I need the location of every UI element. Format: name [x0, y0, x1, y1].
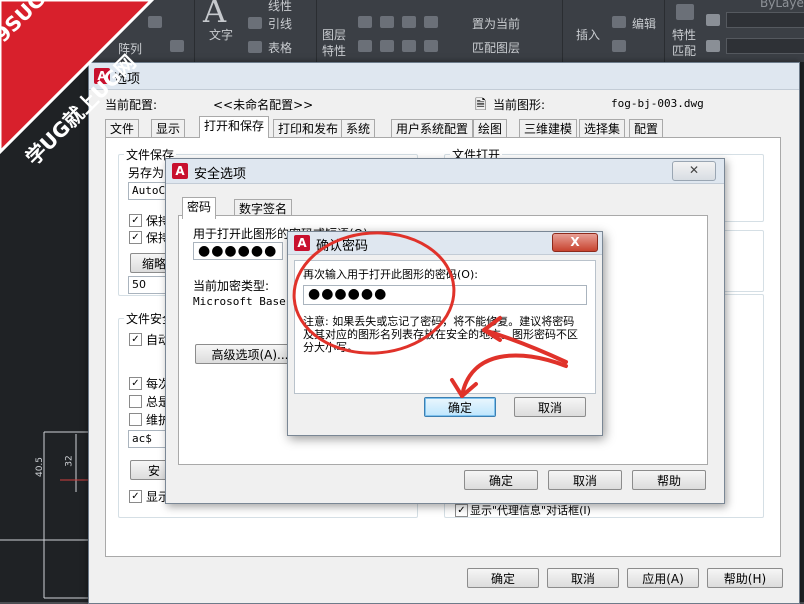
password-mask: ●●●●●●: [308, 286, 388, 302]
tab-selection[interactable]: 选择集: [579, 119, 626, 138]
save-as-label: 另存为: [128, 166, 165, 180]
security-ok-button[interactable]: 确定: [464, 470, 538, 490]
options-cancel-button[interactable]: 取消: [547, 568, 619, 588]
full-check-checkbox[interactable]: [129, 395, 142, 408]
options-ok-button[interactable]: 确定: [467, 568, 539, 588]
table-icon[interactable]: [248, 41, 262, 53]
dimension-text: 40.5: [35, 456, 46, 478]
create-block-icon[interactable]: [612, 16, 626, 28]
ribbon-insert[interactable]: 插入: [576, 26, 600, 43]
password-warning-note: 注意: 如果丢失或忘记了密码，将不能修复。建议将密码及其对应的图形名列表存放在安…: [303, 315, 578, 354]
ribbon-separator: [194, 0, 195, 62]
confirm-password-dialog: A 确认密码 X 再次输入用于打开此图形的密码(O): ●●●●●● 注意: 如…: [287, 231, 603, 436]
layer-walk-icon[interactable]: [358, 40, 372, 52]
options-titlebar[interactable]: A 选项: [89, 63, 799, 90]
ribbon-match-layer[interactable]: 匹配图层: [472, 39, 520, 56]
tab-profiles[interactable]: 配置: [629, 119, 664, 138]
autocad-logo-icon: A: [172, 163, 188, 179]
proxy-info-label: 显示"代理信息"对话框(I): [470, 504, 591, 517]
ribbon-text[interactable]: 文字: [209, 26, 233, 43]
password-mask: ●●●●●●: [198, 243, 278, 259]
linetype-icon[interactable]: [706, 40, 720, 52]
layer-isolate-icon[interactable]: [424, 16, 438, 28]
ribbon-separator: [664, 0, 665, 62]
layer-lock-icon[interactable]: [402, 16, 416, 28]
color-icon[interactable]: [706, 14, 720, 26]
maintain-log-checkbox[interactable]: [129, 413, 142, 426]
options-apply-button[interactable]: 应用(A): [627, 568, 699, 588]
current-profile-value: <<未命名配置>>: [213, 98, 314, 112]
leader-icon[interactable]: [248, 17, 262, 29]
ribbon-linear[interactable]: 线性: [268, 0, 292, 14]
layer-merge-icon[interactable]: [424, 40, 438, 52]
ribbon-set-current[interactable]: 置为当前: [472, 15, 520, 32]
confirm-ok-button[interactable]: 确定: [424, 397, 496, 417]
layer-off-icon[interactable]: [358, 16, 372, 28]
options-help-button[interactable]: 帮助(H): [707, 568, 783, 588]
ribbon-props[interactable]: 特性: [672, 26, 696, 43]
confirm-titlebar[interactable]: A 确认密码 X: [288, 232, 602, 255]
tab-3d-modeling[interactable]: 三维建模: [519, 119, 578, 138]
show-signature-checkbox[interactable]: ✓: [129, 490, 142, 503]
confirm-pane: 再次输入用于打开此图形的密码(O): ●●●●●● 注意: 如果丢失或忘记了密码…: [294, 260, 596, 394]
reenter-password-label: 再次输入用于打开此图形的密码(O):: [303, 268, 478, 281]
ribbon-leader[interactable]: 引线: [268, 15, 292, 32]
ribbon-layer[interactable]: 图层: [322, 26, 346, 43]
autocad-logo-icon: A: [294, 235, 310, 251]
block-attr-icon[interactable]: [612, 40, 626, 52]
lineweight-dropdown[interactable]: [726, 38, 804, 54]
layer-unlock-icon[interactable]: [380, 40, 394, 52]
proxy-info-checkbox[interactable]: ✓: [455, 504, 468, 517]
tab-drafting[interactable]: 绘图: [473, 119, 508, 138]
keep-checkbox-2[interactable]: ✓: [129, 231, 142, 244]
properties-icon[interactable]: [676, 4, 694, 20]
layer-freeze-icon[interactable]: [380, 16, 394, 28]
ribbon-edit[interactable]: 编辑: [632, 15, 656, 32]
ribbon-separator: [316, 0, 317, 62]
confirm-title: 确认密码: [316, 239, 369, 254]
ribbon-layer-props[interactable]: 特性: [322, 42, 346, 59]
close-icon[interactable]: ✕: [672, 161, 716, 181]
layer-state: ByLaye: [760, 0, 804, 10]
tab-system[interactable]: 系统: [341, 119, 376, 138]
security-cancel-button[interactable]: 取消: [548, 470, 622, 490]
drawing-file-icon: 🗎: [475, 97, 487, 113]
tab-password[interactable]: 密码: [182, 197, 217, 219]
tab-open-save[interactable]: 打开和保存: [199, 116, 270, 138]
backup-checkbox[interactable]: ✓: [129, 377, 142, 390]
security-help-button[interactable]: 帮助: [632, 470, 706, 490]
encryption-type-label: 当前加密类型:: [193, 279, 270, 293]
close-icon[interactable]: X: [552, 233, 598, 252]
security-titlebar[interactable]: A 安全选项 ✕: [166, 159, 724, 184]
open-password-input[interactable]: ●●●●●●: [193, 242, 283, 260]
confirm-password-input[interactable]: ●●●●●●: [303, 285, 587, 305]
tab-plot-publish[interactable]: 打印和发布: [273, 119, 344, 138]
current-drawing-label: 当前图形:: [493, 98, 546, 112]
keep-checkbox-1[interactable]: ✓: [129, 214, 142, 227]
color-dropdown[interactable]: [726, 12, 804, 28]
dimension-text: 32: [64, 455, 75, 467]
autosave-checkbox[interactable]: ✓: [129, 333, 142, 346]
ribbon-match[interactable]: 匹配: [672, 42, 696, 59]
ribbon-separator: [562, 0, 563, 62]
security-title: 安全选项: [194, 167, 247, 182]
layer-copy-icon[interactable]: [402, 40, 416, 52]
tab-user-prefs[interactable]: 用户系统配置: [391, 119, 474, 138]
confirm-cancel-button[interactable]: 取消: [514, 397, 586, 417]
ribbon-table[interactable]: 表格: [268, 39, 292, 56]
current-drawing-value: fog-bj-003.dwg: [611, 97, 704, 110]
